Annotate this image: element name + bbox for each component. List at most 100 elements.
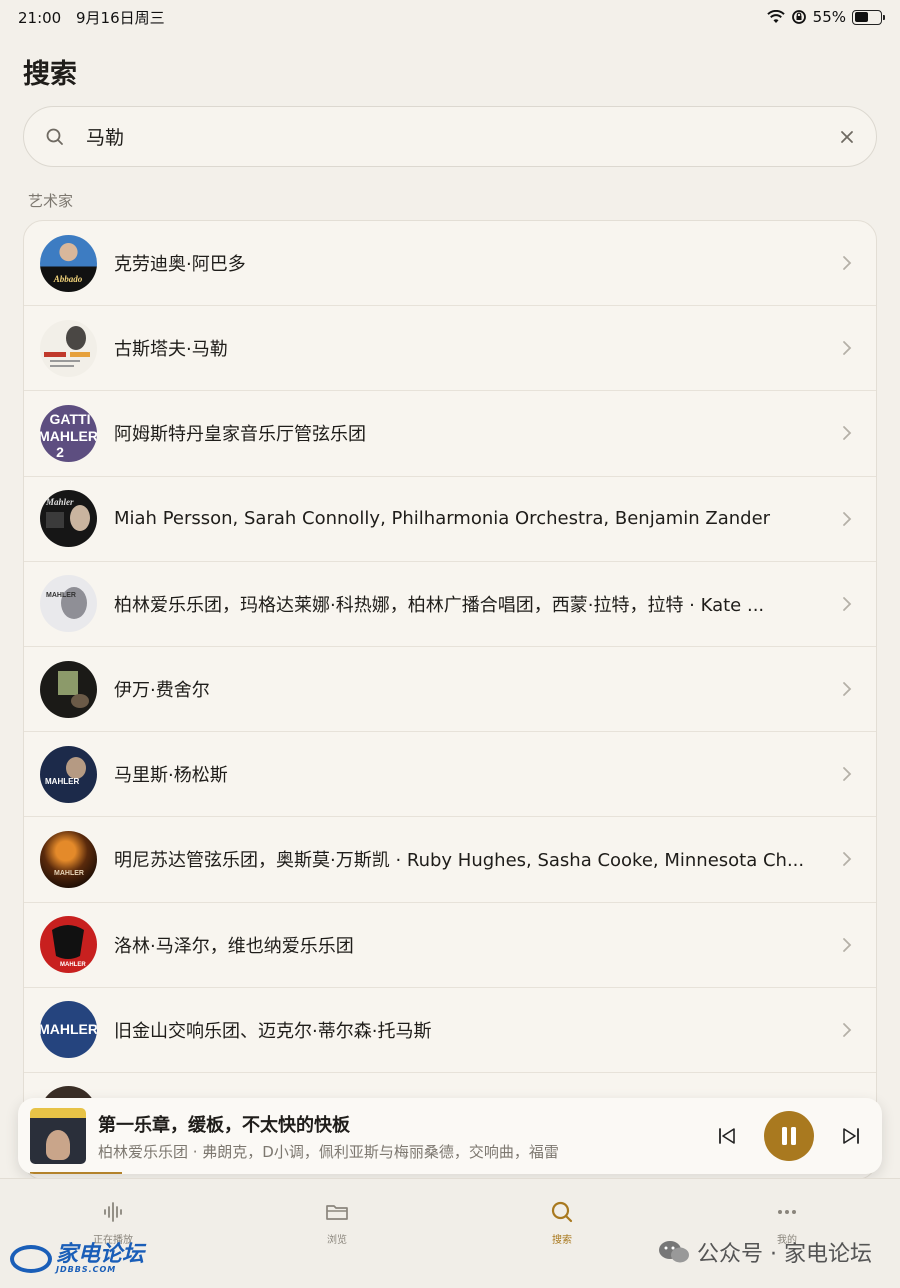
watermark-brand-sub: JDBBS.COM <box>56 1265 117 1274</box>
folder-icon <box>326 1205 348 1220</box>
more-icon <box>778 1210 796 1214</box>
watermark-left: 家电论坛 JDBBS.COM <box>10 1244 144 1274</box>
artist-name: 明尼苏达管弦乐团，奥斯莫·万斯凯 · Ruby Hughes, Sasha Co… <box>114 850 805 872</box>
battery-icon <box>852 9 885 25</box>
artist-row[interactable]: MAHLER 柏林爱乐乐团，玛格达莱娜·科热娜，柏林广播合唱团，西蒙·拉特，拉特… <box>24 562 876 647</box>
artist-avatar <box>40 319 97 377</box>
search-box[interactable] <box>23 106 877 167</box>
artist-avatar: MAHLER <box>40 575 97 633</box>
zander-art-icon: Mahler <box>45 497 90 532</box>
svg-text:MAHLER: MAHLER <box>40 428 97 444</box>
vanska-art-icon: MAHLER <box>54 870 84 877</box>
svg-text:Abbado: Abbado <box>53 274 83 284</box>
watermark-right: 公众号 · 家电论坛 <box>657 1236 872 1268</box>
rotation-lock-icon <box>791 10 806 24</box>
artist-avatar: MAHLER <box>40 1001 97 1059</box>
artist-avatar <box>40 660 97 718</box>
rattle-art-icon: MAHLER <box>46 587 87 620</box>
sf-mahler-art-icon: MAHLER <box>40 1021 97 1037</box>
search-icon <box>551 1201 573 1223</box>
search-input[interactable] <box>86 125 838 148</box>
chevron-right-icon <box>843 596 852 611</box>
chevron-right-icon <box>843 1022 852 1037</box>
artist-name: 旧金山交响乐团、迈克尔·蒂尔森·托马斯 <box>114 1020 432 1042</box>
tab-label: 浏览 <box>327 1235 347 1246</box>
previous-track-icon[interactable] <box>716 1125 738 1147</box>
chevron-right-icon <box>843 341 852 356</box>
artist-row[interactable]: MAHLER 明尼苏达管弦乐团，奥斯莫·万斯凯 · Ruby Hughes, S… <box>24 817 876 903</box>
pause-button[interactable] <box>764 1111 814 1161</box>
status-time: 21:00 <box>18 8 62 27</box>
artist-name: 阿姆斯特丹皇家音乐厅管弦乐团 <box>114 424 366 446</box>
artist-avatar: GATTI MAHLER 2 <box>40 404 97 462</box>
battery-percent: 55% <box>812 8 846 26</box>
artist-list: Abbado 克劳迪奥·阿巴多 古斯塔夫·马勒 GATTI MAHLER 2 阿… <box>23 220 877 1180</box>
maazel-art-icon: MAHLER <box>52 925 86 968</box>
status-date: 9月16日周三 <box>76 8 165 27</box>
svg-text:MAHLER: MAHLER <box>46 592 76 599</box>
artist-row[interactable]: MAHLER 旧金山交响乐团、迈克尔·蒂尔森·托马斯 <box>24 988 876 1073</box>
svg-text:MAHLER: MAHLER <box>40 1021 97 1037</box>
jansons-art-icon: MAHLER <box>45 756 86 786</box>
chevron-right-icon <box>843 937 852 952</box>
status-bar: 21:00 9月16日周三 55% <box>0 0 900 34</box>
tab-browse[interactable]: 浏览 <box>292 1199 382 1246</box>
artist-name: 洛林·马泽尔，维也纳爱乐乐团 <box>114 935 354 957</box>
artist-row[interactable]: MAHLER 洛林·马泽尔，维也纳爱乐乐团 <box>24 903 876 988</box>
tab-search[interactable]: 搜索 <box>517 1199 607 1246</box>
wechat-icon <box>659 1241 690 1263</box>
section-label-artists: 艺术家 <box>28 192 74 210</box>
artist-avatar: Mahler <box>40 490 97 548</box>
chevron-right-icon <box>843 682 852 696</box>
artist-name: 克劳迪奥·阿巴多 <box>114 254 246 276</box>
chevron-right-icon <box>843 426 852 441</box>
status-left: 21:00 9月16日周三 <box>18 7 175 28</box>
now-playing-text: 第一乐章，缓板，不太快的快板 柏林爱乐乐团 · 弗朗克，D小调，佩利亚斯与梅丽桑… <box>98 1111 696 1162</box>
chevron-right-icon <box>843 767 852 782</box>
artist-row[interactable]: MAHLER 马里斯·杨松斯 <box>24 732 876 818</box>
playback-progress <box>30 1172 123 1174</box>
chevron-right-icon <box>843 256 852 270</box>
artist-row[interactable]: 伊万·费舍尔 <box>24 647 876 733</box>
artist-name: Miah Persson, Sarah Connolly, Philharmon… <box>114 508 771 530</box>
svg-text:GATTI: GATTI <box>50 411 91 427</box>
mahler-portrait-art-icon <box>44 325 90 367</box>
wifi-icon <box>766 10 785 23</box>
now-playing-title: 第一乐章，缓板，不太快的快板 <box>98 1114 350 1136</box>
artist-name: 古斯塔夫·马勒 <box>114 339 228 361</box>
artist-avatar: Abbado <box>40 234 97 292</box>
artist-row[interactable]: Abbado 克劳迪奥·阿巴多 <box>24 221 876 307</box>
artist-avatar: MAHLER <box>40 916 97 974</box>
now-playing-subtitle: 柏林爱乐乐团 · 弗朗克，D小调，佩利亚斯与梅丽桑德，交响曲，福雷 <box>98 1142 559 1161</box>
status-right: 55% <box>766 8 885 26</box>
artist-name: 马里斯·杨松斯 <box>114 765 228 787</box>
search-icon <box>46 128 63 145</box>
gatti-mahler-art-icon: GATTI MAHLER 2 <box>40 411 97 460</box>
next-track-icon[interactable] <box>840 1125 862 1147</box>
tab-label: 搜索 <box>552 1235 572 1246</box>
svg-text:MAHLER: MAHLER <box>45 777 79 786</box>
svg-text:2: 2 <box>56 444 64 460</box>
fischer-art-icon <box>58 670 89 708</box>
chevron-right-icon <box>843 511 852 526</box>
waveform-icon <box>104 1202 122 1222</box>
now-playing-bar[interactable]: 第一乐章，缓板，不太快的快板 柏林爱乐乐团 · 弗朗克，D小调，佩利亚斯与梅丽桑… <box>18 1098 882 1174</box>
watermark-text: 公众号 · 家电论坛 <box>697 1242 872 1267</box>
artist-row[interactable]: 古斯塔夫·马勒 <box>24 306 876 392</box>
watermark-brand-name: 家电论坛 <box>56 1242 145 1267</box>
tab-now-playing[interactable]: 正在播放 <box>68 1199 158 1246</box>
artist-row[interactable]: Mahler Miah Persson, Sarah Connolly, Phi… <box>24 477 876 562</box>
watermark-brand: 家电论坛 JDBBS.COM <box>56 1244 144 1274</box>
artist-avatar: MAHLER <box>40 830 97 888</box>
clear-icon[interactable] <box>838 128 856 146</box>
page-title: 搜索 <box>23 59 77 90</box>
battery-fill <box>854 12 869 22</box>
svg-text:Mahler: Mahler <box>45 497 74 507</box>
abbado-art-icon: Abbado <box>53 274 83 284</box>
artist-row[interactable]: GATTI MAHLER 2 阿姆斯特丹皇家音乐厅管弦乐团 <box>24 391 876 477</box>
svg-text:MAHLER: MAHLER <box>54 870 84 877</box>
artist-name: 伊万·费舍尔 <box>114 680 210 702</box>
now-playing-artwork <box>30 1108 86 1164</box>
playback-controls <box>716 1111 862 1161</box>
pause-icon <box>782 1127 796 1145</box>
